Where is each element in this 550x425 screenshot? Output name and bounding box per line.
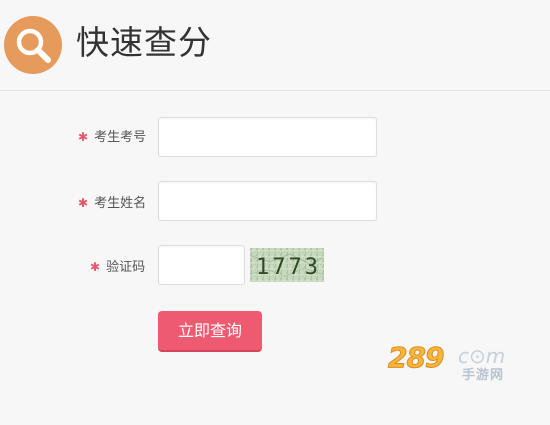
captcha-label: ✱ 验证码 bbox=[90, 258, 145, 277]
captcha-label-text: 验证码 bbox=[106, 260, 146, 275]
exam-number-input[interactable] bbox=[158, 117, 377, 157]
captcha-image[interactable]: 1773 bbox=[249, 248, 325, 282]
submit-query-button[interactable]: 立即查询 bbox=[158, 311, 262, 352]
page-header: 快速查分 bbox=[0, 0, 550, 90]
required-mark: ✱ bbox=[90, 260, 101, 274]
candidate-name-label-text: 考生姓名 bbox=[94, 196, 147, 211]
search-icon bbox=[4, 16, 62, 74]
required-mark: ✱ bbox=[78, 130, 89, 144]
watermark-subtitle: 手游网 bbox=[462, 368, 505, 383]
site-watermark-logo: 289 c⊙m 手游网 bbox=[387, 341, 538, 388]
page-title: 快速查分 bbox=[76, 23, 212, 62]
exam-number-label-text: 考生考号 bbox=[94, 130, 147, 145]
exam-number-label: ✱ 考生考号 bbox=[78, 128, 146, 147]
header-divider bbox=[0, 90, 550, 91]
captcha-code: 1773 bbox=[256, 255, 321, 280]
watermark-number: 289 bbox=[387, 341, 444, 374]
candidate-name-label: ✱ 考生姓名 bbox=[78, 194, 146, 213]
candidate-name-input[interactable] bbox=[158, 181, 377, 221]
watermark-domain: c⊙m bbox=[458, 344, 506, 368]
required-mark: ✱ bbox=[78, 196, 89, 210]
captcha-input[interactable] bbox=[158, 245, 245, 285]
